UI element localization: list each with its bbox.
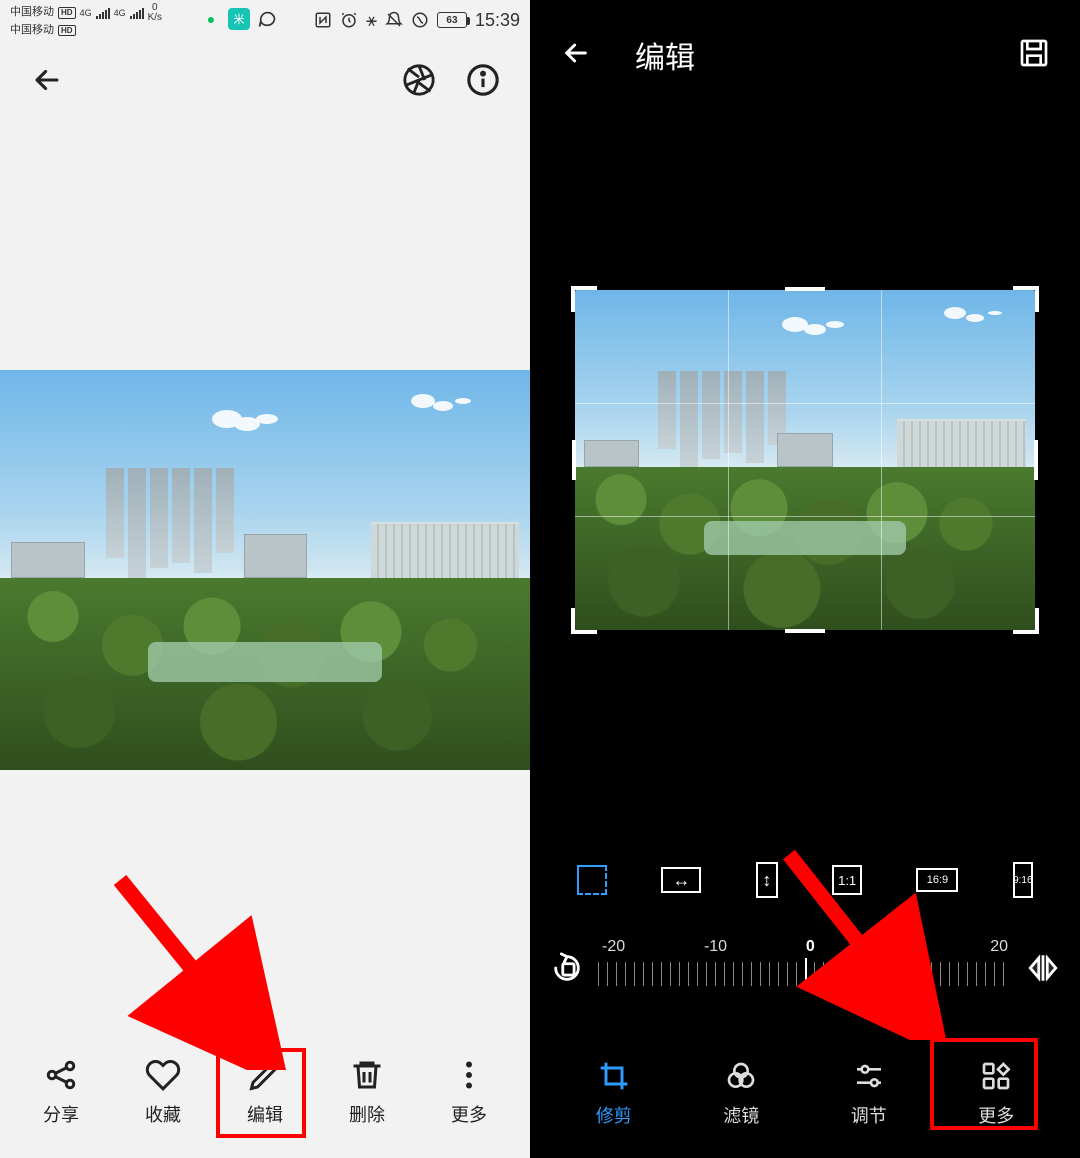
signal-icon-1	[96, 7, 110, 19]
favorite-label: 收藏	[145, 1101, 181, 1127]
crop-canvas[interactable]	[575, 290, 1035, 630]
pencil-icon	[245, 1055, 285, 1095]
photo-editor-screen: 编辑	[530, 0, 1080, 1158]
tab-crop-label: 修剪	[596, 1102, 632, 1128]
heart-icon	[143, 1055, 183, 1095]
angle-val: -20	[602, 938, 625, 956]
aspect-9-16[interactable]: 9:16	[1013, 862, 1033, 898]
mirror-button[interactable]	[1026, 951, 1060, 985]
hd-badge: HD	[58, 7, 76, 19]
net-4g-1: 4G	[80, 8, 92, 19]
angle-current: 0	[806, 938, 815, 956]
nfc-icon	[314, 11, 332, 29]
rotate-90-button[interactable]	[550, 951, 584, 985]
crop-handle-top[interactable]	[785, 287, 825, 291]
crop-gridline	[575, 403, 1035, 404]
bluetooth-icon: ⚹	[366, 10, 377, 31]
crop-handle-br[interactable]	[1013, 608, 1039, 634]
back-button[interactable]	[30, 63, 64, 97]
carrier-1: 中国移动	[10, 6, 54, 19]
crop-icon	[596, 1058, 632, 1094]
message-icon	[256, 8, 278, 30]
mute-icon	[385, 11, 403, 29]
share-icon	[41, 1055, 81, 1095]
more-grid-icon	[978, 1058, 1014, 1094]
aspect-vertical[interactable]: ↕	[756, 862, 778, 898]
signal-icon-2	[130, 7, 144, 19]
share-label: 分享	[43, 1101, 79, 1127]
alarm-icon	[340, 11, 358, 29]
editor-back-button[interactable]	[560, 37, 592, 74]
more-vertical-icon	[449, 1055, 489, 1095]
aspect-free[interactable]	[577, 865, 607, 895]
editor-title: 编辑	[635, 33, 695, 77]
crop-gridline	[575, 516, 1035, 517]
crop-handle-right[interactable]	[1034, 440, 1038, 480]
trash-icon	[347, 1055, 387, 1095]
crop-handle-tl[interactable]	[571, 286, 597, 312]
crop-handle-bl[interactable]	[571, 608, 597, 634]
viewer-header	[0, 40, 530, 120]
eye-comfort-icon	[411, 11, 429, 29]
aspect-horizontal[interactable]: ↔	[661, 867, 701, 893]
lens-icon[interactable]	[402, 63, 436, 97]
editor-header: 编辑	[530, 0, 1080, 110]
favorite-button[interactable]: 收藏	[123, 1055, 203, 1127]
crop-handle-left[interactable]	[572, 440, 576, 480]
tab-filter[interactable]: 滤镜	[696, 1058, 786, 1128]
status-notification-icons: ● 米	[200, 8, 278, 30]
status-right: ⚹ 63 15:39	[314, 10, 520, 31]
tab-filter-label: 滤镜	[723, 1102, 759, 1128]
tab-crop[interactable]: 修剪	[569, 1058, 659, 1128]
aspect-16-9[interactable]: 16:9	[916, 868, 958, 892]
delete-label: 删除	[349, 1101, 385, 1127]
angle-slider[interactable]: -20 -10 0 10 20	[598, 938, 1012, 998]
tab-adjust-label: 调节	[851, 1102, 887, 1128]
tab-more[interactable]: 更多	[951, 1058, 1041, 1128]
status-time: 15:39	[475, 10, 520, 31]
status-carriers: 中国移动 HD 4G 4G 0 K/s 中国移动 HD	[10, 3, 162, 37]
status-bar: 中国移动 HD 4G 4G 0 K/s 中国移动 HD ● 米	[0, 0, 530, 40]
info-icon[interactable]	[466, 63, 500, 97]
sliders-icon	[851, 1058, 887, 1094]
net-speed: 0 K/s	[148, 3, 162, 23]
aspect-1-1[interactable]: 1:1	[832, 865, 862, 895]
net-4g-2: 4G	[114, 8, 126, 19]
carrier-2: 中国移动	[10, 24, 54, 37]
more-label: 更多	[451, 1101, 487, 1127]
hd-badge-2: HD	[58, 25, 76, 37]
edit-label: 编辑	[247, 1101, 283, 1127]
editor-tab-bar: 修剪 滤镜 调节 更多	[530, 1043, 1080, 1158]
edit-button[interactable]: 编辑	[225, 1055, 305, 1127]
viewer-toolbar: 分享 收藏 编辑 删除 更多	[0, 1038, 530, 1158]
mi-home-icon: 米	[228, 8, 250, 30]
save-button[interactable]	[1018, 37, 1050, 74]
crop-handle-bottom[interactable]	[785, 629, 825, 633]
crop-handle-tr[interactable]	[1013, 286, 1039, 312]
wechat-icon: ●	[200, 8, 222, 30]
crop-gridline	[881, 290, 882, 630]
tab-more-label: 更多	[978, 1102, 1014, 1128]
angle-val: 20	[990, 938, 1008, 956]
more-button[interactable]: 更多	[429, 1055, 509, 1127]
share-button[interactable]: 分享	[21, 1055, 101, 1127]
battery-icon: 63	[437, 12, 467, 28]
angle-val: 10	[894, 938, 912, 956]
filter-icon	[723, 1058, 759, 1094]
delete-button[interactable]: 删除	[327, 1055, 407, 1127]
angle-val: -10	[704, 938, 727, 956]
gallery-viewer-screen: 中国移动 HD 4G 4G 0 K/s 中国移动 HD ● 米	[0, 0, 530, 1158]
photo-preview[interactable]	[0, 370, 530, 770]
tab-adjust[interactable]: 调节	[824, 1058, 914, 1128]
rotate-angle-bar: -20 -10 0 10 20	[530, 938, 1080, 998]
crop-gridline	[728, 290, 729, 630]
aspect-ratio-bar: ↔ ↕ 1:1 16:9 9:16	[530, 862, 1080, 898]
